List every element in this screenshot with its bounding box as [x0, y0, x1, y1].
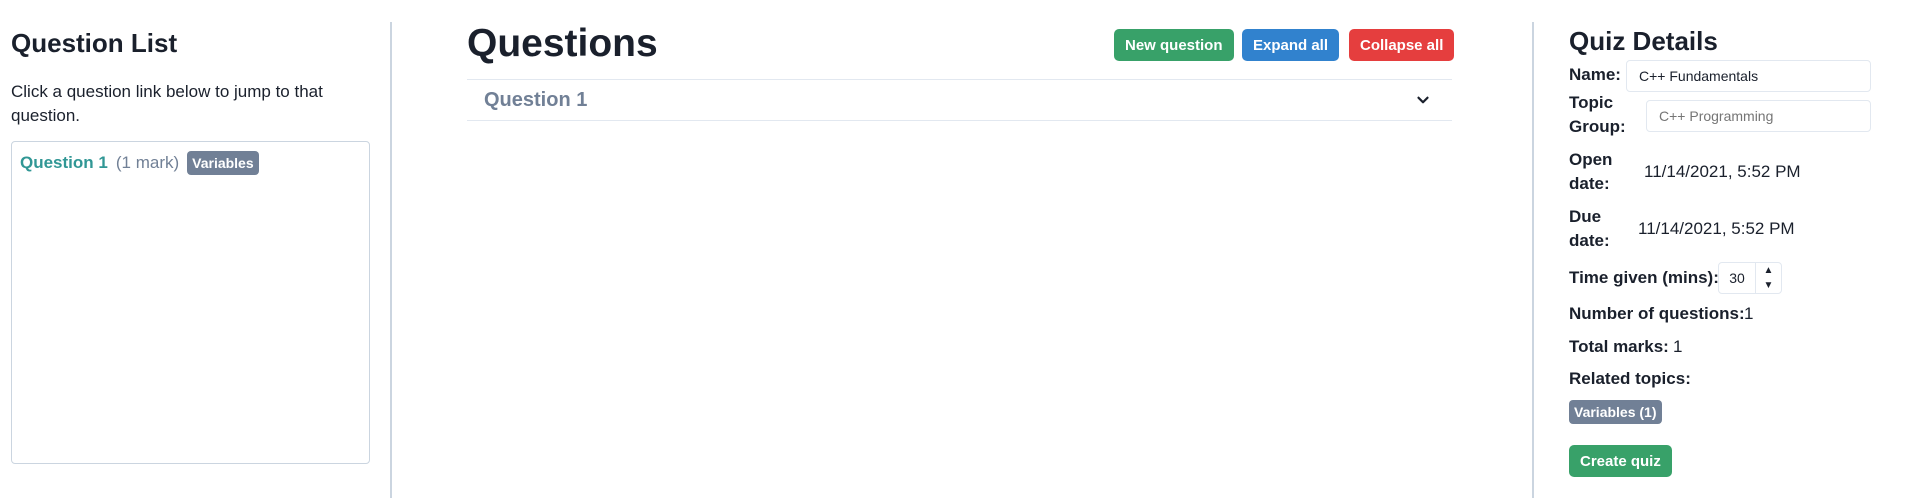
related-topics-label: Related topics: — [1569, 369, 1691, 388]
name-label: Name: — [1569, 65, 1621, 84]
collapse-all-button[interactable]: Collapse all — [1349, 29, 1455, 61]
topic-badge: Variables — [187, 151, 259, 175]
related-topic-badge: Variables (1) — [1569, 400, 1662, 424]
question-accordion-item[interactable]: Question 1 — [467, 79, 1452, 121]
topic-group-input — [1646, 100, 1871, 132]
total-marks-value: 1 — [1673, 337, 1683, 356]
increment-icon[interactable]: ▲ — [1756, 263, 1781, 278]
question-list-box: Question 1 (1 mark) Variables — [11, 141, 370, 464]
topic-group-label: Topic Group: — [1569, 93, 1626, 136]
new-question-button[interactable]: New question — [1114, 29, 1234, 61]
decrement-icon[interactable]: ▼ — [1756, 278, 1781, 293]
expand-all-button[interactable]: Expand all — [1242, 29, 1340, 61]
question-list-hint: Click a question link below to jump to t… — [11, 82, 323, 125]
time-given-value[interactable]: 30 — [1719, 263, 1755, 293]
question-marks: (1 mark) — [115, 153, 180, 172]
quiz-details-title: Quiz Details — [1569, 26, 1718, 56]
question-list-title: Question List — [11, 28, 178, 58]
chevron-down-icon[interactable] — [1414, 91, 1432, 109]
time-given-label: Time given (mins): — [1569, 268, 1719, 287]
total-marks-label: Total marks: — [1569, 337, 1669, 356]
open-date-value[interactable]: 11/14/2021, 5:52 PM — [1644, 160, 1801, 184]
left-divider — [390, 22, 392, 498]
accordion-title: Question 1 — [484, 89, 588, 111]
create-quiz-button[interactable]: Create quiz — [1569, 445, 1672, 477]
name-input[interactable] — [1626, 60, 1871, 92]
questions-title: Questions — [467, 22, 658, 65]
list-item: Question 1 (1 mark) Variables — [20, 151, 259, 175]
due-date-value[interactable]: 11/14/2021, 5:52 PM — [1638, 217, 1795, 241]
right-divider — [1532, 22, 1534, 498]
due-date-label: Due date: — [1569, 207, 1610, 250]
num-questions-label: Number of questions: — [1569, 304, 1745, 323]
num-questions-value: 1 — [1744, 304, 1754, 323]
question-link[interactable]: Question 1 — [20, 153, 108, 173]
time-given-stepper[interactable]: 30 ▲ ▼ — [1718, 262, 1782, 294]
open-date-label: Open date: — [1569, 150, 1613, 193]
